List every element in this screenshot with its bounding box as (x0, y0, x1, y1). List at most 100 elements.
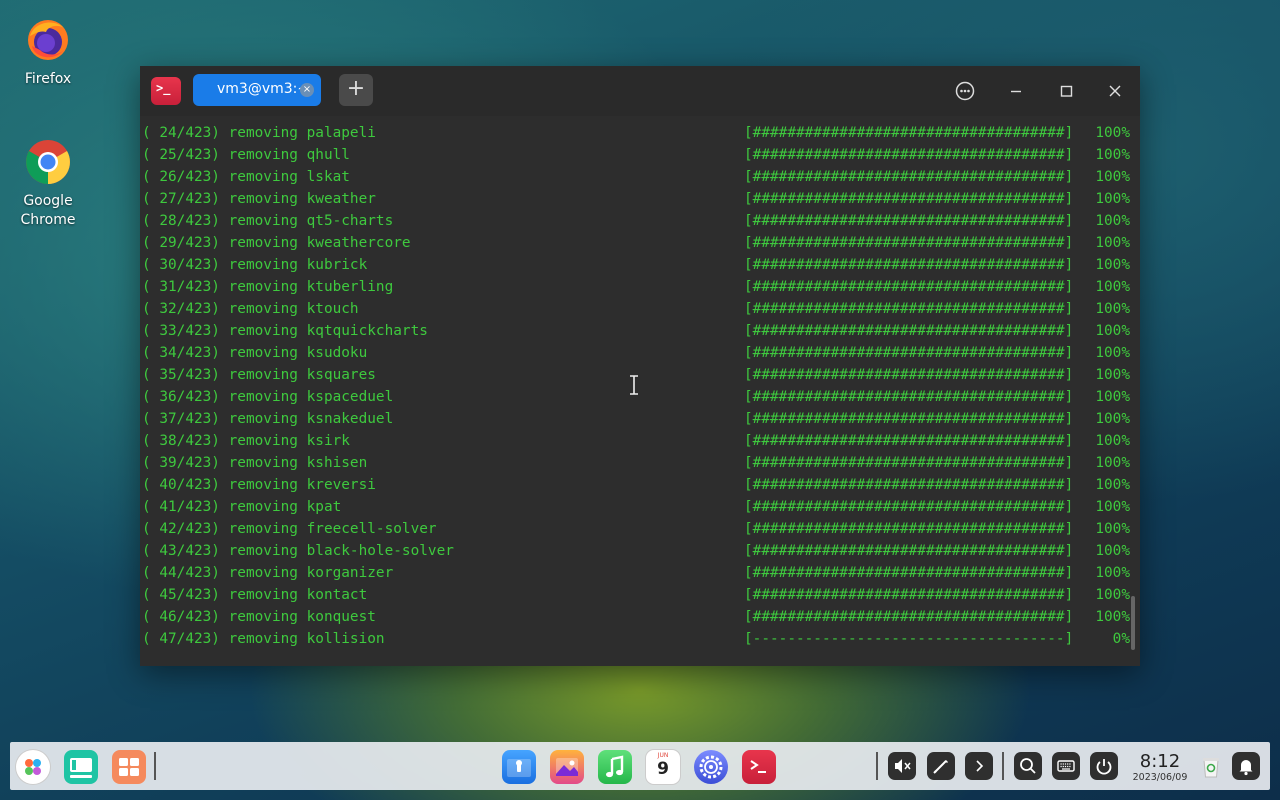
line-text: ( 25/423) removing qhull (142, 147, 350, 163)
progress-percent: 0% (1112, 631, 1130, 647)
new-tab-button[interactable]: + (339, 74, 373, 106)
progress-bar-text: [####################################] (744, 543, 1074, 559)
taskbar: JUN 9 8:12 2023/06/09 (10, 742, 1270, 790)
launcher-icon (25, 759, 41, 775)
terminal-line: ( 37/423) removing ksnakeduel [##########… (142, 408, 1130, 430)
image-icon (556, 758, 578, 776)
clock-date[interactable]: 2023/06/09 (1124, 772, 1196, 783)
progress-percent: 100% (1095, 147, 1130, 163)
firefox-icon (24, 16, 72, 64)
line-text: ( 37/423) removing ksnakeduel (142, 411, 394, 427)
tab-vm3[interactable]: vm3@vm3:~ × (193, 74, 321, 106)
minimize-icon (1011, 90, 1021, 93)
terminal-line: ( 42/423) removing freecell-solver [#####… (142, 518, 1130, 540)
progress-percent: 100% (1095, 609, 1130, 625)
launcher-button[interactable] (16, 750, 50, 784)
terminal-line: ( 26/423) removing lskat [###############… (142, 166, 1130, 188)
progress-percent: 100% (1095, 301, 1130, 317)
progress-bar-text: [------------------------------------] (744, 631, 1074, 647)
maximize-icon (1060, 85, 1073, 97)
progress-bar-text: [####################################] (744, 609, 1074, 625)
progress-bar-text: [####################################] (744, 565, 1074, 581)
calendar-day: 9 (657, 759, 669, 779)
line-text: ( 27/423) removing kweather (142, 191, 376, 207)
settings-button[interactable] (694, 750, 728, 784)
progress-percent: 100% (1095, 389, 1130, 405)
power-icon (1096, 759, 1112, 775)
file-manager-button[interactable] (502, 750, 536, 784)
progress-bar-text: [####################################] (744, 191, 1074, 207)
close-icon (1109, 85, 1121, 97)
volume-mute-button[interactable] (888, 752, 916, 780)
progress-bar-text: [####################################] (744, 521, 1074, 537)
taskbar-separator (876, 752, 878, 780)
title-bar[interactable]: >_ vm3@vm3:~ × + (140, 66, 1140, 116)
terminal-line: ( 47/423) removing kollision [-----------… (142, 628, 1130, 650)
calendar-month: JUN (657, 752, 669, 759)
progress-bar-text: [####################################] (744, 389, 1074, 405)
expand-tray-button[interactable] (965, 752, 993, 780)
terminal-line: ( 43/423) removing black-hole-solver [###… (142, 540, 1130, 562)
progress-percent: 100% (1095, 521, 1130, 537)
progress-percent: 100% (1095, 499, 1130, 515)
line-text: ( 41/423) removing kpat (142, 499, 342, 515)
progress-percent: 100% (1095, 235, 1130, 251)
gear-icon (699, 755, 723, 779)
screen-draw-button[interactable] (927, 752, 955, 780)
terminal-line: ( 39/423) removing kshisen [#############… (142, 452, 1130, 474)
progress-percent: 100% (1095, 191, 1130, 207)
more-options-button[interactable] (952, 78, 978, 104)
maximize-button[interactable] (1053, 78, 1079, 104)
workspace-button[interactable] (112, 750, 146, 784)
line-text: ( 44/423) removing korganizer (142, 565, 394, 581)
progress-bar-text: [####################################] (744, 235, 1074, 251)
terminal-app-icon[interactable]: >_ (151, 77, 181, 105)
desktop-icon-label: Google Chrome (20, 193, 76, 228)
terminal-output[interactable]: ( 24/423) removing palapeli [############… (140, 116, 1140, 666)
progress-bar-text: [####################################] (744, 213, 1074, 229)
progress-bar-text: [####################################] (744, 499, 1074, 515)
search-button[interactable] (1014, 752, 1042, 780)
terminal-line: ( 34/423) removing ksudoku [#############… (142, 342, 1130, 364)
minimize-button[interactable] (1003, 78, 1029, 104)
desktop-icon-chrome[interactable]: Google Chrome (3, 138, 93, 230)
terminal-line: ( 28/423) removing qt5-charts [##########… (142, 210, 1130, 232)
terminal-line: ( 30/423) removing kubrick [#############… (142, 254, 1130, 276)
image-viewer-button[interactable] (550, 750, 584, 784)
line-text: ( 28/423) removing qt5-charts (142, 213, 394, 229)
progress-percent: 100% (1095, 279, 1130, 295)
text-cursor-icon (628, 375, 640, 395)
progress-bar-text: [####################################] (744, 367, 1074, 383)
close-tab-icon[interactable]: × (300, 83, 314, 97)
terminal-line: ( 25/423) removing qhull [###############… (142, 144, 1130, 166)
calendar-button[interactable]: JUN 9 (646, 750, 680, 784)
power-button[interactable] (1090, 752, 1118, 780)
terminal-taskbar-button[interactable] (742, 750, 776, 784)
terminal-line: ( 41/423) removing kpat [################… (142, 496, 1130, 518)
workspace-icon (119, 758, 139, 776)
progress-percent: 100% (1095, 169, 1130, 185)
search-icon (1020, 758, 1036, 774)
multitask-icon (70, 758, 92, 778)
notification-button[interactable] (1232, 752, 1260, 780)
volume-muted-icon (895, 759, 911, 773)
keyboard-button[interactable] (1052, 752, 1080, 780)
progress-bar-text: [####################################] (744, 169, 1074, 185)
line-text: ( 45/423) removing kontact (142, 587, 368, 603)
scrollbar[interactable] (1131, 596, 1135, 650)
progress-percent: 100% (1095, 213, 1130, 229)
music-button[interactable] (598, 750, 632, 784)
desktop-icon-firefox[interactable]: Firefox (3, 16, 93, 89)
desktop-icon-label: Firefox (24, 71, 72, 87)
close-button[interactable] (1102, 78, 1128, 104)
terminal-line: ( 46/423) removing konquest [############… (142, 606, 1130, 628)
terminal-window: >_ vm3@vm3:~ × + (24/423) removing pala… (140, 66, 1140, 666)
terminal-line: ( 45/423) removing kontact [#############… (142, 584, 1130, 606)
clock-time[interactable]: 8:12 (1132, 751, 1188, 772)
trash-button[interactable] (1194, 750, 1228, 784)
tab-title: vm3@vm3:~ (217, 81, 310, 97)
multitask-view-button[interactable] (64, 750, 98, 784)
progress-percent: 100% (1095, 367, 1130, 383)
progress-percent: 100% (1095, 477, 1130, 493)
terminal-line: ( 36/423) removing kspaceduel [##########… (142, 386, 1130, 408)
